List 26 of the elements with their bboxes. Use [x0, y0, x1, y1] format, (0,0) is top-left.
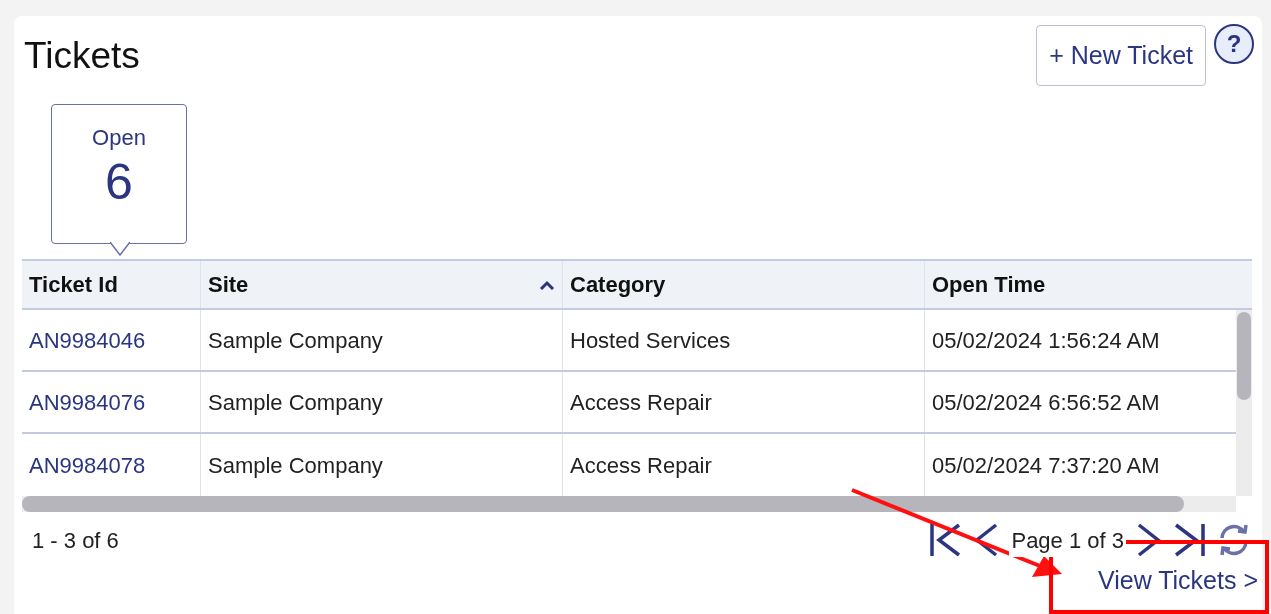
next-page-icon[interactable]	[1136, 522, 1162, 558]
column-header[interactable]: Ticket Id	[22, 261, 201, 308]
range-text: 1 - 3 of 6	[32, 526, 119, 555]
last-page-icon[interactable]	[1172, 522, 1206, 558]
ticket-id-link[interactable]: AN9984078	[29, 448, 146, 482]
table-cell: Sample Company	[201, 310, 563, 370]
table-cell: Sample Company	[201, 372, 563, 432]
pointer-icon	[110, 242, 130, 256]
help-button[interactable]: ?	[1214, 24, 1254, 64]
ticket-id-link[interactable]: AN9984046	[29, 323, 146, 357]
table-cell: Hosted Services	[563, 310, 925, 370]
tile-label: Open	[92, 127, 146, 149]
column-header[interactable]: Open Time	[925, 261, 1252, 308]
ticket-id-link[interactable]: AN9984076	[29, 385, 146, 419]
tile-count: 6	[105, 157, 133, 207]
table-cell-text: 05/02/2024 1:56:24 AM	[931, 326, 1161, 355]
column-header[interactable]: Category	[563, 261, 925, 308]
page-title: Tickets	[24, 37, 140, 74]
vertical-scrollbar[interactable]	[1236, 310, 1252, 496]
view-tickets-link[interactable]: View Tickets >	[1097, 562, 1258, 600]
new-ticket-button[interactable]: + New Ticket	[1036, 25, 1206, 86]
table-cell-text: 05/02/2024 7:37:20 AM	[931, 451, 1161, 480]
table-cell-text: 05/02/2024 6:56:52 AM	[931, 388, 1161, 417]
column-header[interactable]: Site	[201, 261, 563, 308]
horizontal-scrollbar[interactable]	[22, 496, 1236, 512]
table-cell: Access Repair	[563, 372, 925, 432]
